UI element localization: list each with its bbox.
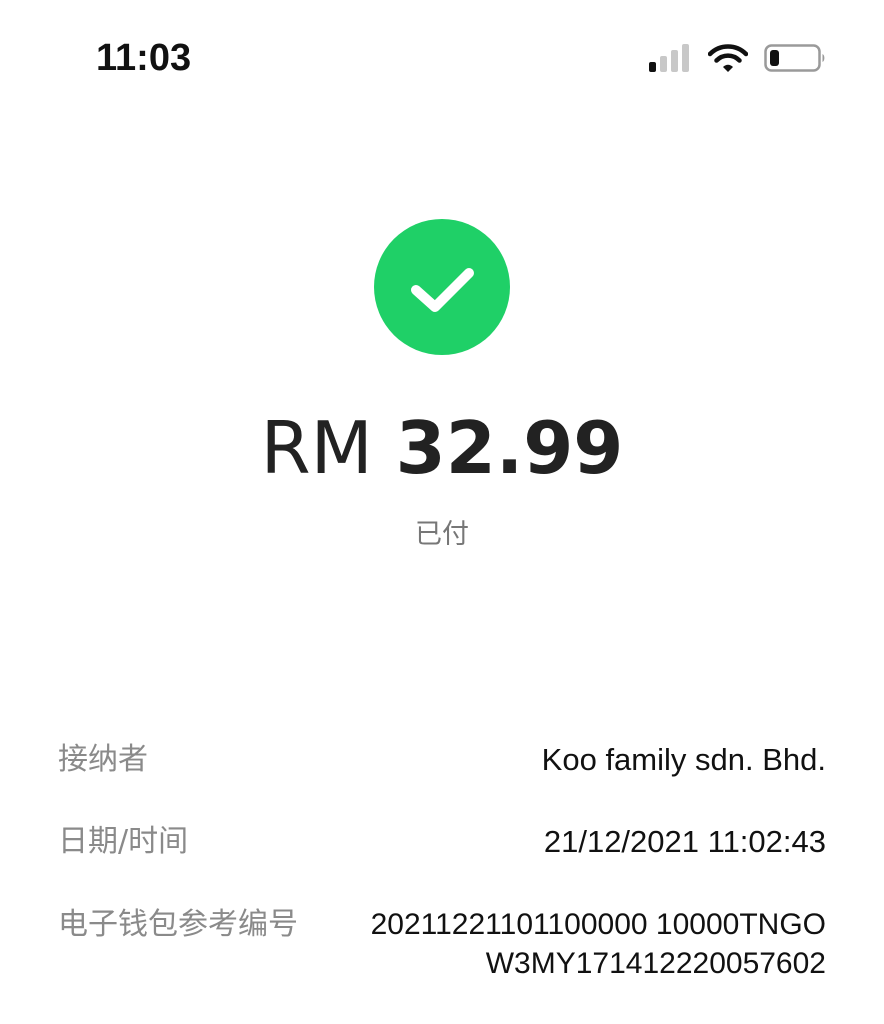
reference-value: 20211221101100000 10000TNGO W3MY17141222… [336,905,826,983]
check-circle-icon [374,219,510,355]
recipient-label: 接纳者 [58,742,148,777]
payment-amount: RM 32.99 [0,400,884,496]
datetime-row: 日期/时间 21/12/2021 11:02:43 [58,822,826,862]
datetime-value: 21/12/2021 11:02:43 [543,824,826,859]
amount-value: 32.99 [395,406,624,490]
reference-row: 电子钱包参考编号 20211221101100000 10000TNGO W3M… [58,905,826,985]
datetime-label: 日期/时间 [58,824,189,859]
recipient-value: Koo family sdn. Bhd. [541,742,826,777]
reference-value-line-2: W3MY171412220057602 [485,947,826,980]
reference-label: 电子钱包参考编号 [58,907,298,942]
cellular-signal-icon [649,44,689,72]
currency-label: RM [260,406,373,490]
status-bar: 11:03 [0,0,884,110]
reference-value-line-1: 20211221101100000 10000TNGO [370,908,826,941]
battery-icon [764,44,825,72]
payment-status: 已付 [415,519,469,550]
status-icons [648,40,826,76]
wifi-icon [708,44,748,72]
recipient-row: 接纳者 Koo family sdn. Bhd. [58,740,826,780]
status-time: 11:03 [96,37,192,79]
